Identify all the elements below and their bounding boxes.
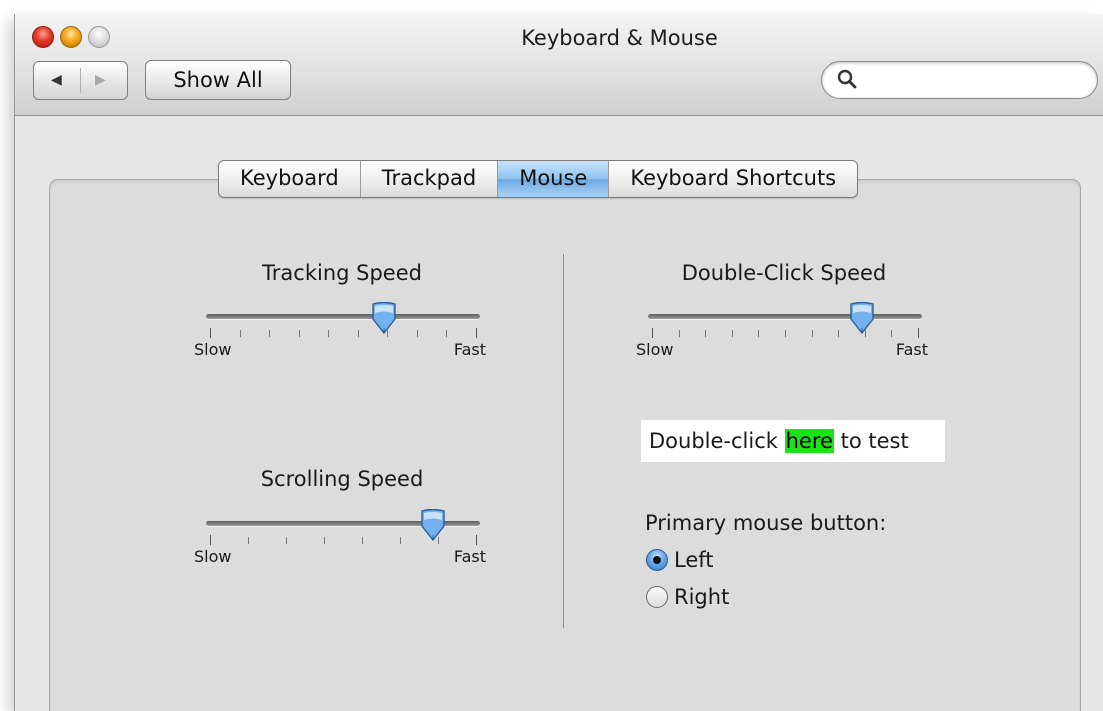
slider-tick xyxy=(328,330,330,337)
slider-min-label: Slow xyxy=(194,340,232,359)
radio-right-row[interactable]: Right xyxy=(646,585,729,609)
preferences-window: Keyboard & Mouse ◀ ▶ Show All Keyboard T… xyxy=(14,14,1103,711)
slider-tick xyxy=(705,330,707,337)
forward-arrow-icon[interactable]: ▶ xyxy=(95,72,106,88)
slider-tick xyxy=(678,330,680,337)
test-target[interactable]: here xyxy=(784,429,834,453)
tab-bar: Keyboard Trackpad Mouse Keyboard Shortcu… xyxy=(218,160,859,198)
slider-tick xyxy=(210,535,211,545)
column-divider xyxy=(563,254,564,628)
preference-pane: Keyboard Trackpad Mouse Keyboard Shortcu… xyxy=(15,115,1103,711)
slider-tick xyxy=(362,537,363,544)
slider-tick xyxy=(918,328,919,338)
double-click-speed-slider[interactable]: Slow Fast xyxy=(636,301,928,376)
slider-tick xyxy=(416,330,418,337)
scrolling-speed-slider[interactable]: Slow Fast xyxy=(194,508,486,583)
tab-mouse[interactable]: Mouse xyxy=(498,161,610,197)
slider-max-label: Fast xyxy=(895,340,928,359)
slider-tick xyxy=(476,535,477,545)
slider-tick xyxy=(731,330,733,337)
slider-tick xyxy=(269,330,271,337)
slider-tick xyxy=(838,330,840,337)
primary-button-label-row: Primary mouse button: xyxy=(645,511,886,535)
tab-trackpad[interactable]: Trackpad xyxy=(361,161,499,197)
slider-tick xyxy=(811,330,813,337)
slider-track xyxy=(648,314,922,319)
slider-tick xyxy=(286,537,287,544)
slider-min-label: Slow xyxy=(636,340,674,359)
slider-min-label: Slow xyxy=(194,547,232,566)
slider-tick xyxy=(239,330,241,337)
scrolling-speed-label: Scrolling Speed xyxy=(260,467,424,491)
radio-right-label[interactable]: Right xyxy=(674,585,729,609)
slider-thumb[interactable] xyxy=(370,301,398,336)
search-input[interactable] xyxy=(862,68,1086,94)
tracking-speed-label: Tracking Speed xyxy=(262,261,422,285)
radio-left-row[interactable]: Left xyxy=(646,548,714,572)
back-forward-control: ◀ ▶ xyxy=(33,61,128,100)
search-field[interactable] xyxy=(821,61,1098,99)
test-suffix: to test xyxy=(833,429,909,453)
slider-max-label: Fast xyxy=(453,340,486,359)
tab-keyboard[interactable]: Keyboard xyxy=(219,161,361,197)
radio-left-label[interactable]: Left xyxy=(674,548,714,572)
primary-button-label: Primary mouse button: xyxy=(645,511,887,535)
test-prefix: Double-click xyxy=(649,429,785,453)
slider-tick xyxy=(210,328,211,338)
slider-tick xyxy=(785,330,786,337)
nav-separator xyxy=(80,68,81,93)
double-click-speed-label: Double-Click Speed xyxy=(681,261,887,285)
slider-tick xyxy=(298,330,300,337)
double-click-test-area[interactable]: Double-click here to test xyxy=(641,420,945,462)
slider-tick xyxy=(891,330,893,337)
back-arrow-icon[interactable]: ◀ xyxy=(51,72,62,88)
window-title: Keyboard & Mouse xyxy=(521,26,718,50)
slider-tick xyxy=(400,537,401,544)
slider-tick xyxy=(324,537,325,544)
show-all-button[interactable]: Show All xyxy=(145,60,291,100)
radio-left[interactable] xyxy=(646,549,668,571)
slider-tick xyxy=(248,537,249,544)
slider-tick xyxy=(758,330,760,337)
slider-thumb[interactable] xyxy=(848,301,876,336)
radio-right[interactable] xyxy=(646,586,668,608)
toolbar: Keyboard & Mouse ◀ ▶ Show All xyxy=(15,14,1103,116)
tab-keyboard-shortcuts[interactable]: Keyboard Shortcuts xyxy=(609,161,857,197)
slider-tick xyxy=(446,330,448,337)
slider-tick xyxy=(357,330,359,337)
slider-thumb[interactable] xyxy=(419,508,447,543)
slider-tick xyxy=(652,328,653,338)
slider-max-label: Fast xyxy=(453,547,486,566)
search-icon xyxy=(836,66,858,99)
slider-tick xyxy=(476,328,477,338)
slider-track xyxy=(206,314,480,319)
tracking-speed-slider[interactable]: Slow Fast xyxy=(194,301,486,376)
